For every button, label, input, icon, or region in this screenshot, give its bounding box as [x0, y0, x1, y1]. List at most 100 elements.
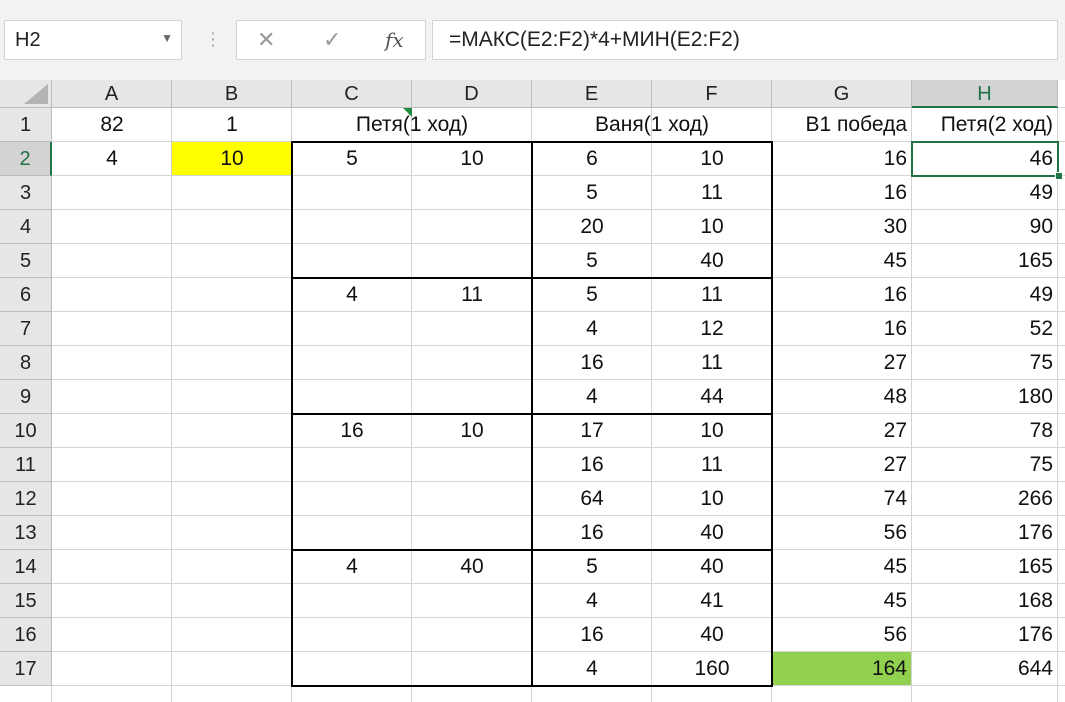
row-header-14[interactable]: 14	[0, 550, 52, 584]
row-header-10[interactable]: 10	[0, 414, 52, 448]
cell-f17[interactable]: 160	[652, 652, 772, 686]
row-header-4[interactable]: 4	[0, 210, 52, 244]
cell-h6[interactable]: 49	[912, 278, 1058, 312]
comment-indicator-icon[interactable]	[403, 108, 412, 117]
cell-g8[interactable]: 27	[772, 346, 912, 380]
cell-e2[interactable]: 6	[532, 142, 652, 176]
cell-e9[interactable]: 4	[532, 380, 652, 414]
cancel-icon[interactable]: ✕	[257, 27, 275, 53]
cell-c2[interactable]: 5	[292, 142, 412, 176]
row-header-17[interactable]: 17	[0, 652, 52, 686]
cell-g7[interactable]: 16	[772, 312, 912, 346]
cell-f12[interactable]: 10	[652, 482, 772, 516]
cell-b2[interactable]: 10	[172, 142, 292, 176]
cell-f15[interactable]: 41	[652, 584, 772, 618]
row-header-8[interactable]: 8	[0, 346, 52, 380]
column-header-b[interactable]: B	[172, 80, 292, 108]
column-header-e[interactable]: E	[532, 80, 652, 108]
cell-h16[interactable]: 176	[912, 618, 1058, 652]
row-header-6[interactable]: 6	[0, 278, 52, 312]
cell-e10[interactable]: 17	[532, 414, 652, 448]
cell-e17[interactable]: 4	[532, 652, 652, 686]
cell-g12[interactable]: 74	[772, 482, 912, 516]
cell-g3[interactable]: 16	[772, 176, 912, 210]
row-header-2[interactable]: 2	[0, 142, 52, 176]
row-header-12[interactable]: 12	[0, 482, 52, 516]
cell-g13[interactable]: 56	[772, 516, 912, 550]
cell-c10[interactable]: 16	[292, 414, 412, 448]
column-header-h[interactable]: H	[912, 80, 1058, 108]
cell-g15[interactable]: 45	[772, 584, 912, 618]
cell-e6[interactable]: 5	[532, 278, 652, 312]
row-header-1[interactable]: 1	[0, 108, 52, 142]
cell-e3[interactable]: 5	[532, 176, 652, 210]
cell-d6[interactable]: 11	[412, 278, 532, 312]
cell-e8[interactable]: 16	[532, 346, 652, 380]
cell-h8[interactable]: 75	[912, 346, 1058, 380]
cell-c14[interactable]: 4	[292, 550, 412, 584]
column-header-f[interactable]: F	[652, 80, 772, 108]
cell-c1[interactable]: Петя(1 ход)	[292, 108, 532, 142]
cell-g2[interactable]: 16	[772, 142, 912, 176]
cell-h13[interactable]: 176	[912, 516, 1058, 550]
cell-g9[interactable]: 48	[772, 380, 912, 414]
cell-h3[interactable]: 49	[912, 176, 1058, 210]
cell-e1[interactable]: Ваня(1 ход)	[532, 108, 772, 142]
row-header-7[interactable]: 7	[0, 312, 52, 346]
select-all-button[interactable]	[0, 80, 52, 108]
cell-g5[interactable]: 45	[772, 244, 912, 278]
row-header-5[interactable]: 5	[0, 244, 52, 278]
cell-a2[interactable]: 4	[52, 142, 172, 176]
chevron-down-icon[interactable]: ▼	[161, 31, 173, 45]
cell-h17[interactable]: 644	[912, 652, 1058, 686]
row-header-15[interactable]: 15	[0, 584, 52, 618]
cell-f2[interactable]: 10	[652, 142, 772, 176]
fill-handle[interactable]	[1055, 172, 1063, 180]
row-header-9[interactable]: 9	[0, 380, 52, 414]
column-header-a[interactable]: A	[52, 80, 172, 108]
cell-f16[interactable]: 40	[652, 618, 772, 652]
row-header-3[interactable]: 3	[0, 176, 52, 210]
cell-e16[interactable]: 16	[532, 618, 652, 652]
cell-h5[interactable]: 165	[912, 244, 1058, 278]
cell-g4[interactable]: 30	[772, 210, 912, 244]
row-header-13[interactable]: 13	[0, 516, 52, 550]
cell-f13[interactable]: 40	[652, 516, 772, 550]
cell-e5[interactable]: 5	[532, 244, 652, 278]
cell-f4[interactable]: 10	[652, 210, 772, 244]
cell-g1[interactable]: В1 победа	[772, 108, 912, 142]
cell-e12[interactable]: 64	[532, 482, 652, 516]
cell-h7[interactable]: 52	[912, 312, 1058, 346]
cell-h12[interactable]: 266	[912, 482, 1058, 516]
cell-a1[interactable]: 82	[52, 108, 172, 142]
cell-d14[interactable]: 40	[412, 550, 532, 584]
column-header-g[interactable]: G	[772, 80, 912, 108]
cell-e7[interactable]: 4	[532, 312, 652, 346]
cell-g10[interactable]: 27	[772, 414, 912, 448]
cell-f11[interactable]: 11	[652, 448, 772, 482]
cell-h4[interactable]: 90	[912, 210, 1058, 244]
cell-e11[interactable]: 16	[532, 448, 652, 482]
column-header-d[interactable]: D	[412, 80, 532, 108]
cell-e15[interactable]: 4	[532, 584, 652, 618]
cell-h15[interactable]: 168	[912, 584, 1058, 618]
cell-f10[interactable]: 10	[652, 414, 772, 448]
column-header-c[interactable]: C	[292, 80, 412, 108]
cell-g14[interactable]: 45	[772, 550, 912, 584]
name-box[interactable]: H2 ▼	[4, 20, 182, 60]
cell-e13[interactable]: 16	[532, 516, 652, 550]
insert-function-icon[interactable]: fx	[385, 28, 404, 52]
cell-g11[interactable]: 27	[772, 448, 912, 482]
cell-f5[interactable]: 40	[652, 244, 772, 278]
cell-f3[interactable]: 11	[652, 176, 772, 210]
cell-c6[interactable]: 4	[292, 278, 412, 312]
cell-e4[interactable]: 20	[532, 210, 652, 244]
cell-e14[interactable]: 5	[532, 550, 652, 584]
cell-d10[interactable]: 10	[412, 414, 532, 448]
row-header-11[interactable]: 11	[0, 448, 52, 482]
cell-d2[interactable]: 10	[412, 142, 532, 176]
cell-f7[interactable]: 12	[652, 312, 772, 346]
drag-handle-icon[interactable]: ⋮	[204, 24, 222, 54]
cell-g17[interactable]: 164	[772, 652, 912, 686]
cell-h9[interactable]: 180	[912, 380, 1058, 414]
